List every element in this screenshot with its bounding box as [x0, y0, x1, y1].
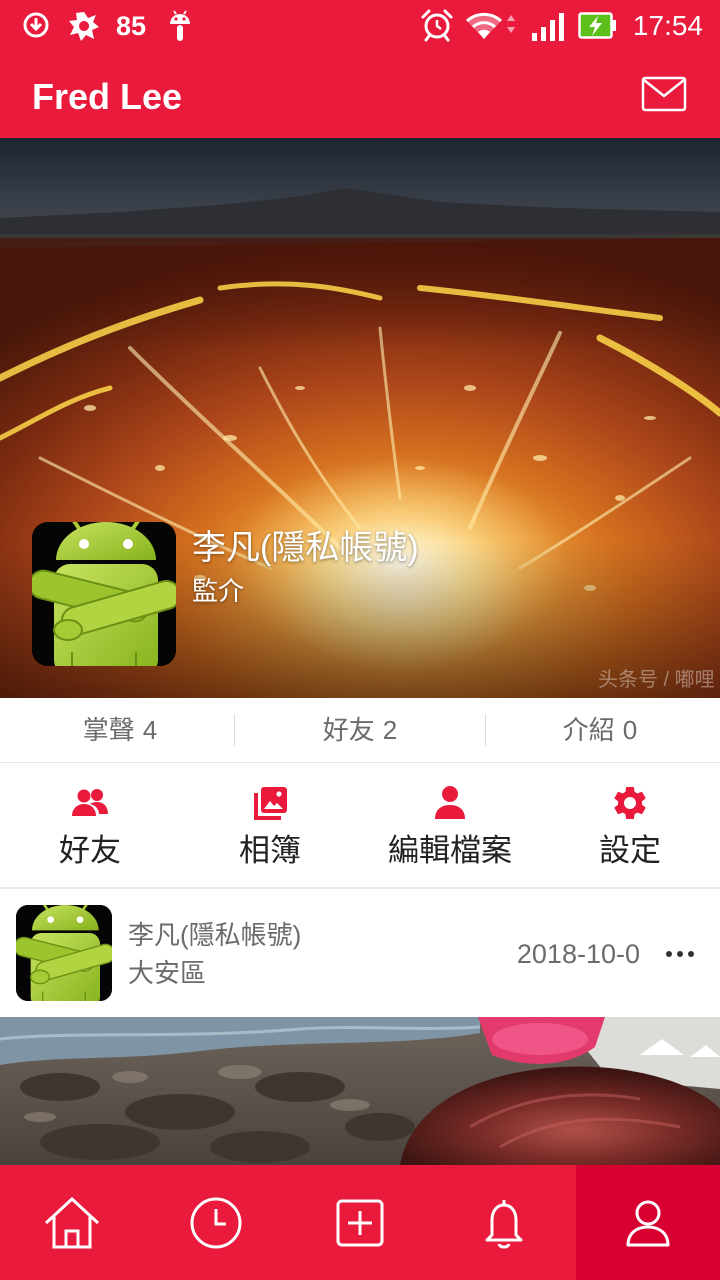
status-bar: 85 17:54	[0, 0, 720, 55]
stat-introductions[interactable]: 介紹 0	[480, 698, 720, 762]
post-author-avatar[interactable]	[16, 905, 112, 1001]
add-icon	[336, 1199, 384, 1246]
stat-divider	[485, 714, 486, 746]
android-icon	[170, 10, 190, 41]
stat-label: 介紹	[562, 715, 615, 745]
notifications-icon	[485, 1199, 523, 1248]
post-more-button[interactable]	[660, 939, 700, 969]
post-author-name[interactable]: 李凡(隱私帳號)	[128, 919, 301, 951]
stat-friends[interactable]: 好友 2	[240, 698, 480, 762]
profile-icon	[626, 1200, 670, 1246]
bottom-navigation	[0, 1165, 720, 1280]
action-edit-profile[interactable]: 編輯檔案	[360, 763, 540, 887]
friends-icon	[72, 789, 108, 816]
clock-time: 17:54	[632, 10, 703, 41]
action-album[interactable]: 相簿	[180, 763, 360, 887]
home-icon	[44, 1197, 100, 1248]
download-icon	[23, 12, 49, 38]
nav-profile[interactable]	[576, 1165, 720, 1280]
action-label: 設定	[599, 833, 661, 868]
android-avatar-image	[32, 522, 176, 666]
history-icon	[190, 1197, 242, 1248]
profile-actions: 好友 相簿 編輯檔案 設定	[0, 763, 720, 887]
stat-count: 0	[622, 715, 638, 745]
post-photo[interactable]	[0, 1017, 720, 1165]
stat-label: 掌聲	[82, 715, 135, 745]
wifi-icon	[465, 12, 515, 39]
action-friends[interactable]: 好友	[0, 763, 180, 887]
stat-count: 4	[142, 715, 158, 745]
mail-button[interactable]	[640, 75, 688, 115]
post-date: 2018-10-0	[516, 939, 640, 969]
notification-count: 85	[116, 11, 147, 41]
settings-icon	[614, 787, 646, 819]
action-settings[interactable]: 設定	[540, 763, 720, 887]
action-label: 好友	[59, 833, 121, 868]
post-header: 李凡(隱私帳號) 大安區 2018-10-0	[0, 889, 720, 1017]
nav-history[interactable]	[144, 1165, 288, 1280]
more-icon	[666, 951, 694, 957]
nav-notifications[interactable]	[432, 1165, 576, 1280]
profile-stats: 掌聲 4 好友 2 介紹 0	[0, 698, 720, 763]
album-icon	[254, 787, 287, 820]
app-bar: Fred Lee	[0, 55, 720, 138]
stat-label: 好友	[322, 715, 375, 745]
android-avatar-image	[16, 905, 112, 1001]
post-location: 大安區	[128, 958, 207, 988]
stat-count: 2	[382, 715, 398, 745]
battery-charging-icon	[578, 12, 616, 39]
stat-applause[interactable]: 掌聲 4	[0, 698, 240, 762]
post-photo-image	[0, 1017, 720, 1165]
profile-name: 李凡(隱私帳號)	[192, 529, 419, 567]
photo-watermark: 头条号 / 嘟哩	[598, 669, 715, 691]
signal-icon	[532, 13, 564, 41]
profile-bio: 監介	[192, 576, 245, 606]
alarm-icon	[421, 9, 453, 42]
edit-profile-icon	[435, 786, 465, 819]
action-label: 編輯檔案	[388, 833, 512, 868]
profile-avatar[interactable]	[32, 522, 176, 666]
splat-icon	[69, 12, 99, 41]
action-label: 相簿	[239, 833, 301, 868]
nav-home[interactable]	[0, 1165, 144, 1280]
stat-divider	[234, 714, 235, 746]
profile-cover: 李凡(隱私帳號) 監介 头条号 / 嘟哩	[0, 138, 720, 698]
nav-add[interactable]	[288, 1165, 432, 1280]
app-title: Fred Lee	[32, 76, 183, 117]
mail-icon	[641, 76, 687, 112]
